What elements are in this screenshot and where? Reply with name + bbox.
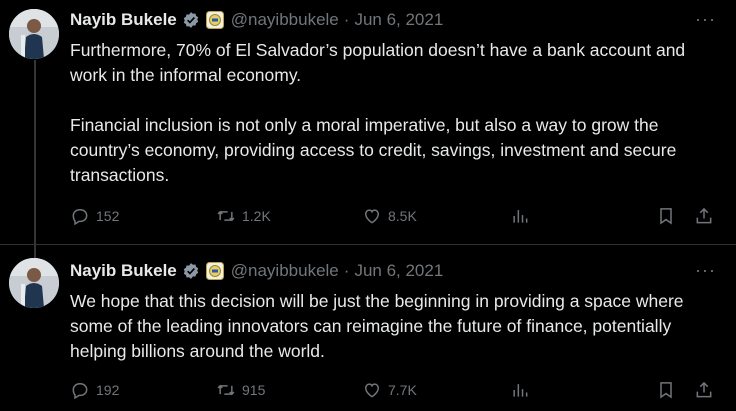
retweet-count: 915	[242, 382, 266, 398]
avatar[interactable]	[9, 9, 59, 59]
more-icon[interactable]: ···	[695, 9, 716, 29]
verified-badge-icon	[182, 262, 200, 280]
views-icon	[513, 384, 528, 397]
retweet-icon	[217, 210, 235, 222]
reply-icon	[72, 209, 88, 226]
separator-dot: ·	[343, 261, 350, 280]
share-icon	[696, 207, 712, 224]
reply-icon	[72, 383, 88, 400]
tweet-text: Furthermore, 70% of El Salvador’s popula…	[70, 40, 686, 185]
like-button[interactable]: 8.5K	[362, 204, 417, 228]
bookmark-icon	[660, 208, 672, 225]
author-handle[interactable]: @nayibbukele	[231, 9, 339, 31]
bookmark-icon	[660, 382, 672, 399]
like-icon	[364, 383, 380, 398]
verified-badge-icon	[182, 11, 200, 29]
like-button[interactable]: 7.7K	[362, 378, 417, 402]
reply-count: 152	[96, 208, 120, 224]
bookmark-button[interactable]	[656, 204, 676, 228]
tweet-date[interactable]: Jun 6, 2021	[354, 9, 443, 31]
share-icon	[696, 381, 712, 398]
reply-button[interactable]: 192	[70, 378, 119, 402]
share-button[interactable]	[694, 204, 714, 228]
views-button[interactable]	[510, 204, 530, 228]
retweet-icon	[217, 384, 235, 396]
views-icon	[513, 210, 528, 223]
avatar[interactable]	[9, 258, 59, 308]
tweet-actions: 152 1.2K 8.5K	[70, 204, 736, 228]
retweet-button[interactable]: 915	[216, 378, 265, 402]
affiliate-badge-icon	[205, 262, 224, 280]
tweet-actions: 192 915 7.7K	[70, 378, 736, 402]
tweet-date[interactable]: Jun 6, 2021	[354, 260, 443, 282]
tweet[interactable]: Nayib Bukele @nayibbukele · Jun 6, 2021 …	[0, 244, 736, 411]
author-handle[interactable]: @nayibbukele	[231, 260, 339, 282]
affiliate-badge-icon	[205, 11, 224, 29]
tweet-text: We hope that this decision will be just …	[70, 291, 684, 361]
tweet-header: Nayib Bukele @nayibbukele · Jun 6, 2021 …	[70, 260, 724, 282]
views-button[interactable]	[510, 378, 530, 402]
like-icon	[364, 209, 380, 224]
tweet-header: Nayib Bukele @nayibbukele · Jun 6, 2021 …	[70, 9, 724, 31]
bookmark-button[interactable]	[656, 378, 676, 402]
retweet-count: 1.2K	[242, 208, 271, 224]
reply-count: 192	[96, 382, 120, 398]
retweet-button[interactable]: 1.2K	[216, 204, 271, 228]
share-button[interactable]	[694, 378, 714, 402]
more-icon[interactable]: ···	[695, 260, 716, 280]
separator-dot: ·	[343, 10, 350, 29]
author-name[interactable]: Nayib Bukele	[70, 9, 177, 31]
like-count: 7.7K	[388, 382, 417, 398]
tweet[interactable]: Nayib Bukele @nayibbukele · Jun 6, 2021 …	[0, 0, 736, 244]
author-name[interactable]: Nayib Bukele	[70, 260, 177, 282]
reply-button[interactable]: 152	[70, 204, 119, 228]
like-count: 8.5K	[388, 208, 417, 224]
